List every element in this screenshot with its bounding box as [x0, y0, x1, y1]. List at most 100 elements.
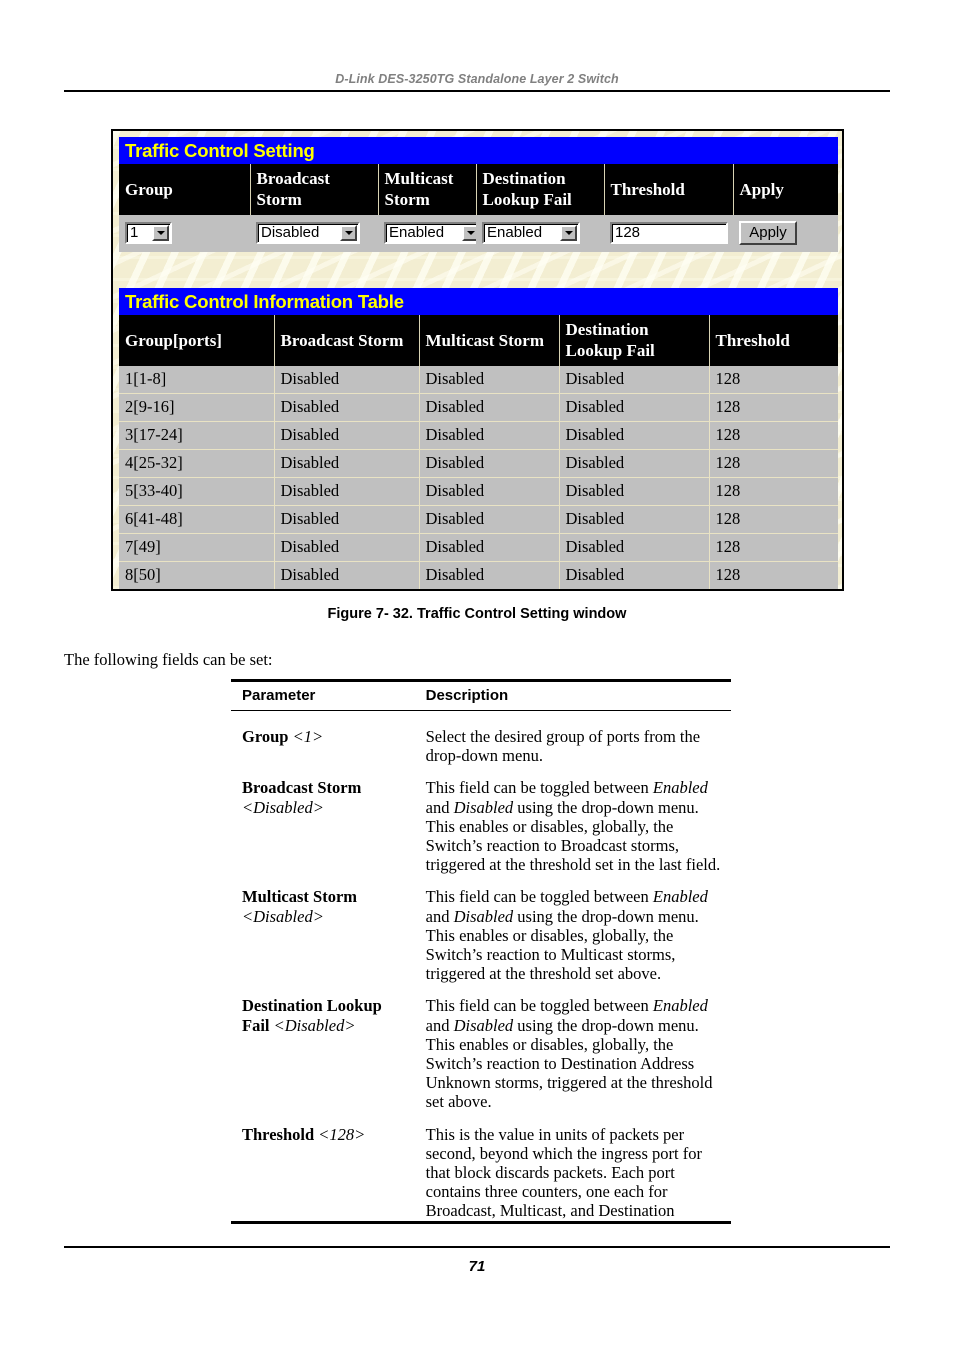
cell-threshold: 128	[709, 393, 838, 422]
col-header-multicast-storm: Multicast Storm	[419, 315, 560, 366]
cell-group: 2[9-16]	[119, 393, 275, 422]
param-col-header-description: Description	[417, 680, 731, 711]
col-header-multicast-storm: Multicast Storm	[378, 164, 477, 215]
cell-broadcast: Disabled	[274, 421, 420, 450]
cell-group: 4[25-32]	[119, 449, 275, 478]
param-desc-threshold: This is the value in units of packets pe…	[425, 1124, 702, 1221]
chevron-down-icon	[340, 225, 357, 242]
param-desc-group: Select the desired group of ports from t…	[425, 727, 701, 766]
cell-threshold: 128	[709, 505, 838, 534]
cell-broadcast-storm-select: Disabled	[250, 215, 378, 252]
page-running-header: D-Link DES-3250TG Standalone Layer 2 Swi…	[64, 72, 890, 92]
param-default-value: <1>	[292, 727, 324, 746]
page-footer: 71	[64, 1246, 890, 1276]
multicast-storm-dropdown-value: Enabled	[389, 224, 445, 242]
broadcast-storm-dropdown-value: Disabled	[261, 224, 320, 242]
param-desc-broadcast-storm: This field can be toggled between Enable…	[425, 778, 721, 875]
threshold-input[interactable]: 128	[610, 222, 728, 245]
info-table-header-row: Group[ports] Broadcast Storm Multicast S…	[119, 315, 838, 366]
cell-multicast: Disabled	[419, 533, 560, 562]
param-default-value: <128>	[318, 1124, 366, 1144]
param-name-destination-lookup-fail: Destination Lookup Fail <Disabled>	[242, 996, 382, 1035]
cell-broadcast: Disabled	[274, 393, 420, 422]
cell-broadcast: Disabled	[274, 366, 420, 394]
table-row: 1[1-8] Disabled Disabled Disabled 128	[119, 366, 838, 394]
cell-multicast: Disabled	[419, 393, 560, 422]
table-row: 7[49] Disabled Disabled Disabled 128	[119, 533, 838, 562]
cell-multicast: Disabled	[419, 561, 560, 589]
col-header-destination-lookup-fail: Destination Lookup Fail	[476, 164, 605, 215]
cell-threshold: 128	[709, 421, 838, 450]
cell-group: 7[49]	[119, 533, 275, 562]
broadcast-storm-dropdown[interactable]: Disabled	[256, 222, 360, 245]
col-header-broadcast-storm: Broadcast Storm	[274, 315, 420, 366]
col-header-apply: Apply	[733, 164, 838, 215]
cell-multicast: Disabled	[419, 477, 560, 506]
setting-table: Group Broadcast Storm Multicast Storm De…	[119, 164, 838, 252]
page-number: 71	[468, 1258, 486, 1275]
param-row-group: Group <1> Select the desired group of po…	[231, 711, 731, 766]
param-row-threshold: Threshold <128> This is the value in uni…	[231, 1112, 731, 1223]
apply-button[interactable]: Apply	[739, 221, 797, 245]
destination-lookup-fail-dropdown-value: Enabled	[487, 224, 543, 242]
cell-dlf: Disabled	[559, 533, 710, 562]
cell-multicast: Disabled	[419, 449, 560, 478]
cell-group: 1[1-8]	[119, 366, 275, 394]
multicast-storm-dropdown[interactable]: Enabled	[384, 222, 476, 245]
cell-group: 6[41-48]	[119, 505, 275, 534]
group-dropdown-value: 1	[130, 224, 139, 242]
rule-cell-right	[417, 1220, 731, 1232]
cell-dlf: Disabled	[559, 505, 710, 534]
table-row: 5[33-40] Disabled Disabled Disabled 128	[119, 477, 838, 506]
param-desc-destination-lookup-fail: This field can be toggled between Enable…	[425, 996, 713, 1112]
table-row: 3[17-24] Disabled Disabled Disabled 128	[119, 421, 838, 450]
cell-group: 3[17-24]	[119, 421, 275, 450]
cell-dlf: Disabled	[559, 477, 710, 506]
table-row: 4[25-32] Disabled Disabled Disabled 128	[119, 449, 838, 478]
cell-multicast: Disabled	[419, 505, 560, 534]
param-name-broadcast-storm: Broadcast Storm <Disabled>	[242, 778, 362, 817]
cell-dlf: Disabled	[559, 366, 710, 394]
col-header-broadcast-storm: Broadcast Storm	[250, 164, 379, 215]
chevron-down-icon	[462, 225, 476, 242]
cell-threshold: 128	[709, 477, 838, 506]
cell-threshold: 128	[709, 561, 838, 589]
setting-panel-title: Traffic Control Setting	[119, 137, 838, 164]
cell-broadcast: Disabled	[274, 561, 420, 589]
param-row-broadcast-storm: Broadcast Storm <Disabled> This field ca…	[231, 765, 731, 874]
table-row: 8[50] Disabled Disabled Disabled 128	[119, 561, 838, 589]
col-header-threshold: Threshold	[604, 164, 734, 215]
param-row-destination-lookup-fail: Destination Lookup Fail <Disabled> This …	[231, 983, 731, 1111]
chevron-down-icon	[152, 225, 169, 242]
param-desc-multicast-storm: This field can be toggled between Enable…	[425, 887, 708, 984]
group-dropdown[interactable]: 1	[125, 222, 172, 245]
cell-broadcast: Disabled	[274, 533, 420, 562]
col-header-group: Group	[119, 164, 251, 215]
table-row: 2[9-16] Disabled Disabled Disabled 128	[119, 393, 838, 422]
col-header-threshold: Threshold	[709, 315, 838, 366]
destination-lookup-fail-dropdown[interactable]: Enabled	[482, 222, 580, 245]
info-table-body: 1[1-8] Disabled Disabled Disabled 128 2[…	[119, 366, 838, 589]
param-row-multicast-storm: Multicast Storm <Disabled> This field ca…	[231, 874, 731, 983]
cell-multicast: Disabled	[419, 421, 560, 450]
param-name-threshold: Threshold <128>	[242, 1124, 366, 1144]
col-header-group-ports: Group[ports]	[119, 315, 275, 366]
traffic-control-information-panel: Traffic Control Information Table Group[…	[119, 288, 838, 589]
cell-multicast: Disabled	[419, 366, 560, 394]
cell-threshold-input: 128	[604, 215, 733, 252]
chevron-down-icon	[560, 225, 577, 242]
running-header-title: D-Link DES-3250TG Standalone Layer 2 Swi…	[335, 72, 619, 86]
cell-multicast-storm-select: Enabled	[378, 215, 476, 252]
param-name-multicast-storm: Multicast Storm <Disabled>	[242, 887, 358, 926]
table-row: 6[41-48] Disabled Disabled Disabled 128	[119, 505, 838, 534]
param-name-group: Group <1>	[242, 727, 324, 746]
cell-destination-lookup-fail-select: Enabled	[476, 215, 604, 252]
parameter-description-table: Parameter Description Group <1> Select t…	[231, 679, 731, 1232]
setting-table-header-row: Group Broadcast Storm Multicast Storm De…	[119, 164, 838, 215]
header-rule	[64, 90, 890, 92]
traffic-control-screenshot: Traffic Control Setting Group Broadcast …	[111, 129, 844, 591]
cell-group: 8[50]	[119, 561, 275, 589]
param-col-header-parameter: Parameter	[231, 680, 418, 711]
param-table-bottom-rule	[231, 1220, 731, 1232]
cell-dlf: Disabled	[559, 393, 710, 422]
